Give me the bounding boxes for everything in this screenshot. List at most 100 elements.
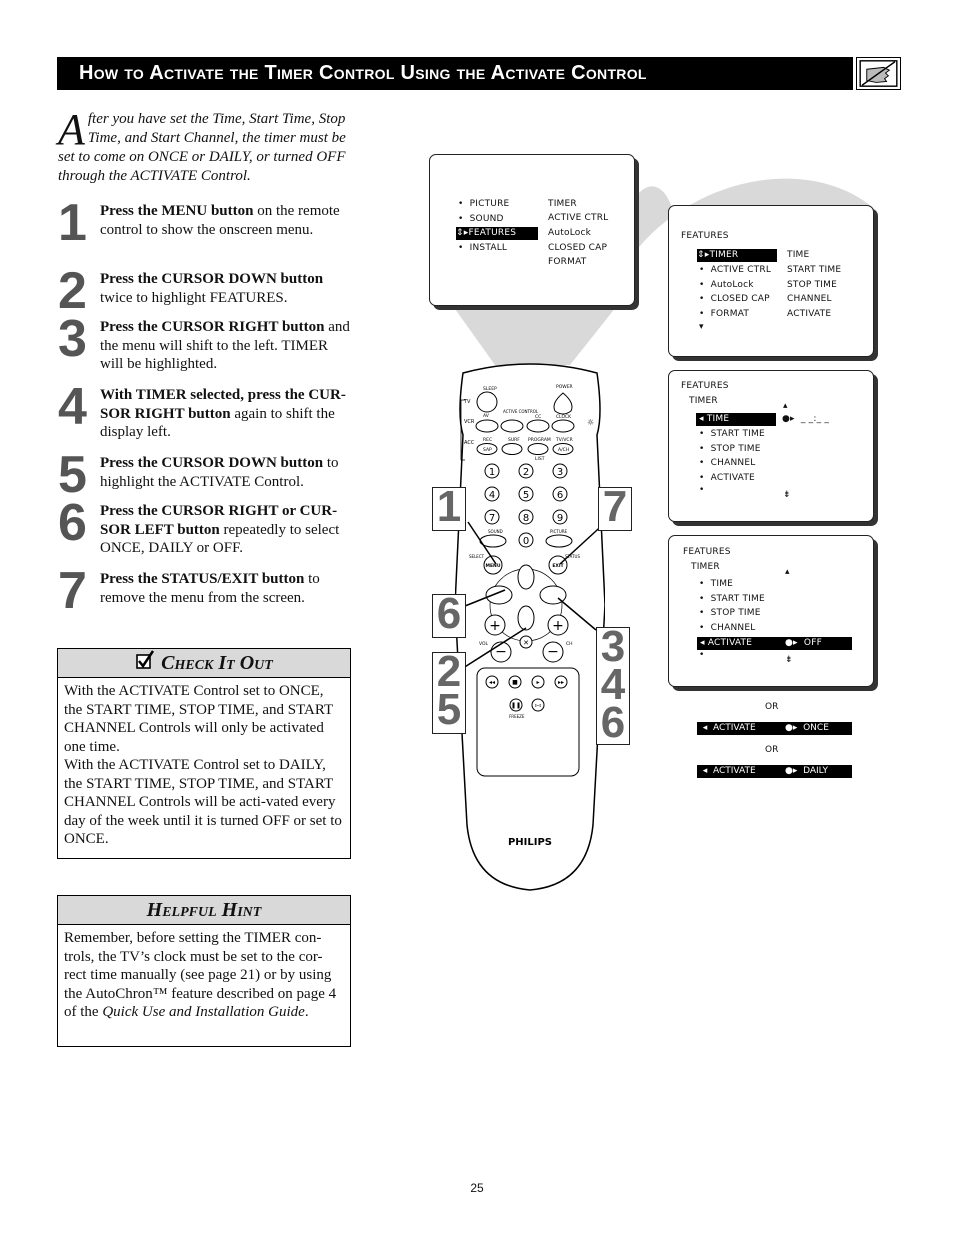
helpful-hint-title: Helpful Hint <box>146 898 262 921</box>
page-title: How to Activate the Timer Control Using … <box>79 62 647 84</box>
ach-label: A/CH <box>558 447 569 453</box>
scroll-down-icon: ⇟ <box>783 490 791 500</box>
activate-once-bar: ◂ ACTIVATE ●▸ ONCE <box>697 722 852 735</box>
menu-item-activate[interactable]: • ACTIVATE <box>699 472 755 485</box>
menu-item-features[interactable]: ⇕▸FEATURES <box>456 227 538 240</box>
digit-label: 2 <box>523 467 529 478</box>
guide-title: Quick Use and Installation Guide <box>102 1004 305 1020</box>
helpful-hint-box: Helpful Hint Remember, before setting th… <box>57 895 351 1047</box>
activate-value-once: ONCE <box>803 723 829 733</box>
or-label: OR <box>765 745 779 755</box>
bullet: • <box>699 485 705 495</box>
cc-button[interactable] <box>526 419 550 433</box>
step-instruction: Press the CURSOR DOWN button <box>100 455 324 471</box>
menu-item-channel[interactable]: • CHANNEL <box>699 457 755 470</box>
submenu-item: CLOSED CAP <box>548 243 608 253</box>
submenu-item: ACTIVATE <box>787 309 832 319</box>
step-number: 1 <box>58 194 87 252</box>
callout-left-step: 6 <box>432 592 466 638</box>
menu-item-autolock[interactable]: • AutoLock <box>699 279 754 292</box>
page-title-bar: How to Activate the Timer Control Using … <box>57 57 853 90</box>
scroll-down-icon: ▾ <box>699 322 704 332</box>
menu-screen-timer-activate: FEATURES TIMER ▴ • TIME • START TIME • S… <box>668 535 874 687</box>
or-label: OR <box>765 702 779 712</box>
active-control-label: ACTIVE CONTROL <box>503 409 539 414</box>
program-label: PROGRAM <box>528 437 551 443</box>
cc-label: CC <box>535 414 541 420</box>
callout-menu-step: 1 <box>432 485 466 531</box>
av-button[interactable] <box>475 419 499 433</box>
screen-heading: FEATURES <box>681 381 729 391</box>
mode-vcr-label: VCR <box>464 419 475 425</box>
menu-item-active-ctrl[interactable]: • ACTIVE CTRL <box>699 264 771 277</box>
intro-paragraph: After you have set the Time, Start Time,… <box>58 105 353 186</box>
callout-exit-step: 7 <box>598 485 632 531</box>
step-number: 3 <box>58 310 87 368</box>
menu-item-format[interactable]: • FORMAT <box>699 308 749 321</box>
check-it-out-paragraph: With the ACTIVATE Control set to DAILY, … <box>64 757 342 847</box>
submenu-item: TIME <box>787 250 810 260</box>
menu-item-start-time[interactable]: • START TIME <box>699 593 765 606</box>
surf-label: SURF <box>508 437 520 443</box>
menu-item-closed-cap[interactable]: • CLOSED CAP <box>699 293 770 306</box>
step-number: 7 <box>58 562 87 620</box>
screen-subheading: TIMER <box>689 396 718 406</box>
menu-item-channel[interactable]: • CHANNEL <box>699 622 755 635</box>
sap-label: SAP <box>483 447 492 453</box>
menu-screen-features: FEATURES ⇕▸TIMER • ACTIVE CTRL • AutoLoc… <box>668 205 874 357</box>
menu-item-activate[interactable]: ◂ ACTIVATE ●▸ OFF <box>697 637 852 650</box>
helpful-hint-body: Remember, before setting the TIMER con-t… <box>58 925 350 1028</box>
mode-acc-label: ACC <box>464 440 475 446</box>
menu-item-time[interactable]: • TIME <box>699 578 733 591</box>
menu-item-start-time[interactable]: • START TIME <box>699 428 765 441</box>
menu-item-stop-time[interactable]: • STOP TIME <box>699 607 761 620</box>
intro-text: fter you have set the Time, Start Time, … <box>58 111 346 184</box>
digit-label: 3 <box>557 467 563 478</box>
step-instruction: Press the CURSOR DOWN button <box>100 271 324 287</box>
screen-heading: FEATURES <box>681 231 729 241</box>
clock-button[interactable] <box>551 419 575 433</box>
hint-text-end: . <box>304 1004 309 1020</box>
light-icon: ☼ <box>587 418 594 427</box>
step-instruction: Press the MENU button <box>100 203 254 219</box>
mode-tv-label: TV <box>463 399 471 405</box>
menu-screen-main: • PICTURE • SOUND ⇕▸FEATURES • INSTALL T… <box>429 154 635 306</box>
menu-item-picture[interactable]: • PICTURE <box>458 198 509 211</box>
callout-right-steps: 3 4 6 <box>596 625 630 745</box>
drop-cap: A <box>58 105 85 154</box>
callout-down-steps: 2 5 <box>432 650 466 734</box>
scroll-up-icon: ▴ <box>783 401 788 411</box>
activate-value-daily: DAILY <box>803 766 828 776</box>
check-it-out-title: Check It Out <box>161 651 273 674</box>
menu-item-stop-time[interactable]: • STOP TIME <box>699 443 761 456</box>
submenu-item: AutoLock <box>548 228 592 238</box>
bullet: • <box>699 650 705 660</box>
screen-subheading: TIMER <box>691 562 720 572</box>
digit-label: 1 <box>489 467 495 478</box>
menu-item-time[interactable]: ◂ TIME <box>696 413 776 426</box>
sleep-label: SLEEP <box>483 386 497 392</box>
check-it-out-body: With the ACTIVATE Control set to ONCE, t… <box>58 678 350 855</box>
program-list-button[interactable] <box>527 443 549 455</box>
time-value[interactable]: ●▸ _ _:_ _ <box>782 413 829 426</box>
check-it-out-paragraph: With the ACTIVATE Control set to ONCE, t… <box>64 683 333 755</box>
rec-label: REC <box>483 437 492 443</box>
clock-label: CLOCK <box>556 414 572 420</box>
menu-item-install[interactable]: • INSTALL <box>458 242 507 255</box>
submenu-item: START TIME <box>787 265 842 275</box>
screen-heading: FEATURES <box>683 547 731 557</box>
checkbox-icon <box>135 650 155 676</box>
submenu-item: FORMAT <box>548 257 587 267</box>
check-it-out-header: Check It Out <box>58 649 350 678</box>
helpful-hint-header: Helpful Hint <box>58 896 350 925</box>
tv-vcr-label: TV/VCR <box>555 437 573 443</box>
menu-item-sound[interactable]: • SOUND <box>458 213 504 226</box>
submenu-item: CHANNEL <box>787 294 832 304</box>
step-instruction: Press the STATUS/EXIT button <box>100 571 305 587</box>
menu-item-timer[interactable]: ⇕▸TIMER <box>697 249 777 262</box>
surf-button[interactable] <box>501 443 523 455</box>
submenu-item: ACTIVE CTRL <box>548 213 609 223</box>
check-it-out-box: Check It Out With the ACTIVATE Control s… <box>57 648 351 859</box>
active-control-button[interactable] <box>500 419 524 433</box>
sleep-button[interactable] <box>476 391 498 413</box>
